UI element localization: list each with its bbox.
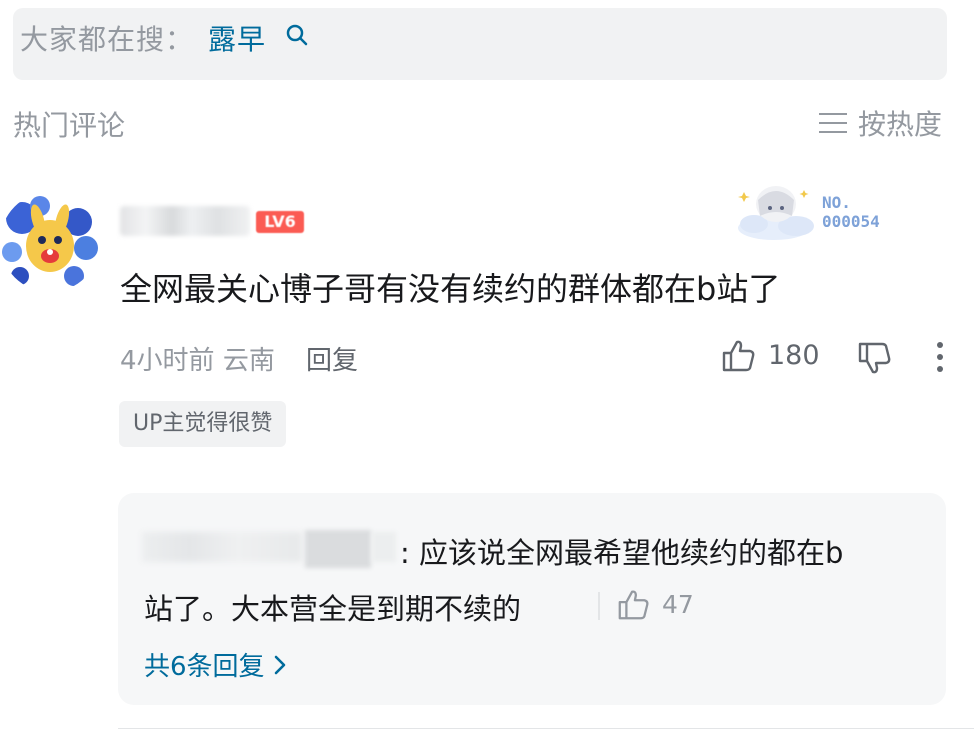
reply-like-count: 47 [662,590,694,619]
up-liked-badge: UP主觉得很赞 [119,401,287,447]
comment-time: 4小时前 [120,346,215,376]
comment-location: 云南 [222,346,275,376]
reply-text-line1: : 应该说全网最希望他续约的都在b [400,536,844,570]
chevron-right-icon [274,655,285,674]
avatar[interactable] [0,192,100,292]
search-icon[interactable] [286,24,308,46]
like-count: 180 [768,340,820,371]
thumbs-up-icon[interactable] [616,588,650,622]
view-all-replies-label: 共6条回复 [144,652,265,682]
comment-text: 全网最关心博子哥有没有续约的群体都在b站了 [120,270,781,308]
reply-button[interactable]: 回复 [306,340,358,377]
reply-username-redacted-tail [372,532,396,562]
search-keyword[interactable]: 露早 [208,18,266,58]
comment-meta: 4小时前 云南 [120,340,275,377]
divider [118,728,974,729]
fan-card-label: NO. [822,193,851,212]
sort-toggle[interactable]: 按热度 [818,104,942,142]
username-redacted[interactable] [120,206,250,236]
reply-username-redacted-block [305,530,371,568]
view-all-replies-link[interactable]: 共6条回复 [144,646,287,683]
divider [598,592,600,620]
more-options-icon[interactable] [930,340,950,374]
reply-text-line2: 站了。大本营全是到期不续的 [144,592,522,626]
search-prefix: 大家都在搜： [20,23,195,56]
thumbs-up-icon[interactable] [720,338,756,374]
hot-comments-title: 热门评论 [13,109,126,142]
level-badge: LV6 [256,211,304,233]
sort-label: 按热度 [858,108,943,141]
fan-card-number: 000054 [822,212,880,231]
thumbs-down-icon[interactable] [856,340,892,376]
list-sort-icon [819,113,847,133]
reply-username-redacted [142,532,302,562]
